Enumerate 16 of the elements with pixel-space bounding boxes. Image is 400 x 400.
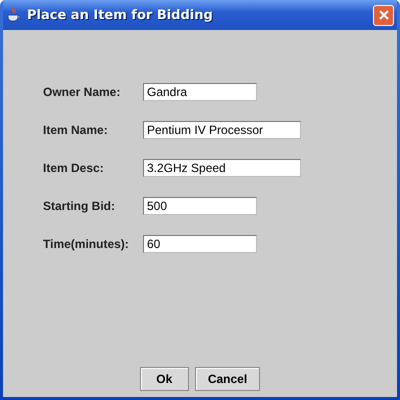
dialog-button[interactable]: Ok — [140, 367, 189, 391]
window-title: Place an Item for Bidding — [27, 8, 214, 22]
input-field[interactable]: Pentium IV Processor — [143, 121, 301, 139]
close-button[interactable] — [373, 4, 394, 26]
coffee-cup-icon — [6, 7, 22, 23]
field-label: Owner Name: — [43, 85, 122, 99]
field-label: Starting Bid: — [43, 199, 116, 213]
input-field[interactable]: Gandra — [143, 83, 257, 101]
field-label: Time(minutes): — [43, 237, 130, 251]
close-icon — [378, 9, 390, 21]
field-label: Item Name: — [43, 123, 109, 137]
input-field[interactable]: 500 — [143, 197, 257, 215]
input-field[interactable]: 3.2GHz Speed — [143, 159, 301, 177]
input-field[interactable]: 60 — [143, 235, 257, 253]
dialog-button[interactable]: Cancel — [194, 367, 260, 391]
field-label: Item Desc: — [43, 161, 105, 175]
